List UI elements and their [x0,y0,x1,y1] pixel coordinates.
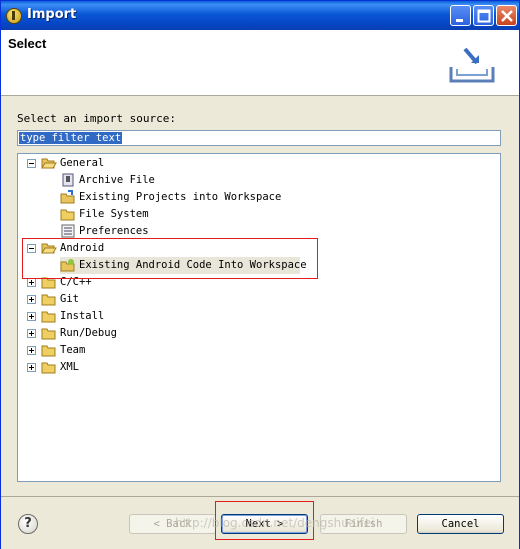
import-source-tree[interactable]: General Archive File Existing Projects i… [17,153,501,482]
general-collapse-toggle[interactable] [27,159,36,168]
maximize-icon [477,9,491,23]
wizard-header: Select [1,30,519,96]
folder-icon [60,209,75,221]
import-tray-icon [449,47,495,83]
folder-icon [41,311,56,323]
project-folder-icon [60,190,75,204]
maximize-button[interactable] [473,5,494,26]
watermark: http://blog.csdn.net/dengshuaifei [175,516,375,530]
archive-file-icon [62,173,74,187]
filter-input[interactable]: type filter text [17,130,501,146]
open-folder-icon [41,158,57,169]
install-expand-toggle[interactable] [27,312,36,321]
title-bar[interactable]: Import [1,1,519,30]
help-icon[interactable]: ? [18,514,38,534]
folder-icon [41,328,56,340]
eclipse-app-icon [6,8,22,24]
minimize-button[interactable] [450,5,471,26]
cancel-button[interactable]: Cancel [417,514,504,534]
close-icon [501,10,513,22]
cpp-expand-toggle[interactable] [27,278,36,287]
filter-text[interactable]: type filter text [19,132,123,144]
wizard-body: Select an import source: type filter tex… [1,96,519,496]
folder-icon [41,294,56,306]
window-title: Import [27,7,77,22]
xml-expand-toggle[interactable] [27,363,36,372]
minimize-icon [456,19,463,22]
page-title: Select [8,36,47,51]
team-expand-toggle[interactable] [27,346,36,355]
annotation-highlight-android [22,238,318,279]
import-source-label: Select an import source: [17,112,176,125]
folder-icon [41,362,56,374]
run-debug-expand-toggle[interactable] [27,329,36,338]
preferences-icon [61,224,75,238]
git-expand-toggle[interactable] [27,295,36,304]
folder-icon [41,345,56,357]
close-button[interactable] [496,5,517,26]
